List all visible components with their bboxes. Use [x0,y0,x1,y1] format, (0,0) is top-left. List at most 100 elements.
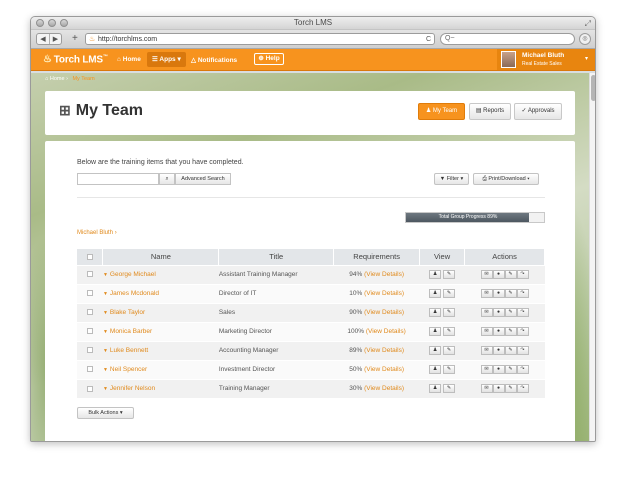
user-icon[interactable]: ♟ [429,270,442,279]
print-download-button[interactable]: ⎙ Print/Download ▾ [473,173,539,185]
nav-apps[interactable]: ☰ Apps ▾ [147,52,186,67]
user-icon[interactable]: ♟ [429,308,442,317]
breadcrumb-home[interactable]: Home [50,76,65,82]
edit-icon[interactable]: ✎ [442,308,455,317]
reload-icon[interactable]: C [426,34,431,45]
comment-icon[interactable]: ● [492,308,505,317]
share-icon[interactable]: ↷ [516,384,529,394]
search-button[interactable]: ⌕ [159,173,175,185]
row-checkbox[interactable] [86,328,93,335]
nav-notifications[interactable]: △ Notifications [191,56,237,64]
scrollbar[interactable] [589,73,595,441]
share-icon[interactable]: ↷ [516,327,529,336]
tab-approvals[interactable]: ✓ Approvals [514,103,562,120]
name-cell[interactable]: ▼ James Mcdonald [102,283,219,303]
edit-icon[interactable]: ✎ [504,365,517,374]
edit-icon[interactable]: ✎ [442,384,455,394]
bulk-actions-button[interactable]: Bulk Actions ▾ [77,407,134,419]
edit-icon[interactable]: ✎ [442,270,455,279]
comment-icon[interactable]: ● [492,289,505,298]
browser-search-field[interactable]: Q~ [440,33,575,45]
comment-icon[interactable]: ● [492,270,505,279]
mail-icon[interactable]: ✉ [480,384,493,394]
edit-icon[interactable]: ✎ [504,384,517,394]
breadcrumb-current: My Team [72,76,95,82]
row-checkbox[interactable] [86,309,93,316]
chevron-down-icon: ▾ [177,56,181,63]
name-header[interactable]: Name [102,249,220,265]
mail-icon[interactable]: ✉ [480,327,493,336]
user-icon[interactable]: ♟ [429,289,442,298]
view-cell: ♟ ✎ [419,340,465,360]
help-button[interactable]: ⊕ Help [254,53,284,65]
row-checkbox[interactable] [86,271,93,278]
share-icon[interactable]: ↷ [516,308,529,317]
row-checkbox[interactable] [86,366,93,373]
share-icon[interactable]: ↷ [516,270,529,279]
name-cell[interactable]: ▼ Jennifer Nelson [102,378,219,398]
edit-icon[interactable]: ✎ [504,289,517,298]
edit-icon[interactable]: ✎ [504,308,517,317]
view-details-link[interactable]: (View Details) [364,271,404,278]
new-tab-button[interactable]: + [72,33,78,44]
tab-reports[interactable]: ▤ Reports [469,103,511,120]
user-icon[interactable]: ♟ [429,365,442,374]
share-icon[interactable]: ↷ [516,346,529,355]
scrollbar-thumb[interactable] [591,75,595,101]
team-hierarchy-crumb[interactable]: Michael Bluth › [77,230,117,236]
view-details-link[interactable]: (View Details) [364,385,404,392]
comment-icon[interactable]: ● [492,384,505,394]
mail-icon[interactable]: ✉ [480,270,493,279]
fullscreen-icon[interactable]: ⤢ [585,19,591,29]
url-field[interactable]: ♨ http://torchlms.com C [85,33,435,45]
comment-icon[interactable]: ● [492,346,505,355]
comment-icon[interactable]: ● [492,327,505,336]
user-icon[interactable]: ♟ [429,327,442,336]
reader-icon[interactable]: ◎ [579,33,591,45]
nav-home[interactable]: ⌂ Home [117,56,141,63]
row-checkbox[interactable] [86,385,93,392]
name-cell[interactable]: ▼ Monica Barber [102,321,219,341]
row-checkbox[interactable] [86,347,93,354]
requirements-header[interactable]: Requirements [333,249,421,265]
edit-icon[interactable]: ✎ [504,270,517,279]
edit-icon[interactable]: ✎ [442,289,455,298]
mail-icon[interactable]: ✉ [480,289,493,298]
name-cell[interactable]: ▼ Neil Spencer [102,359,219,379]
comment-icon[interactable]: ● [492,365,505,374]
advanced-search-button[interactable]: Advanced Search [175,173,231,185]
edit-icon[interactable]: ✎ [504,346,517,355]
select-all-checkbox[interactable] [86,254,93,261]
tab-my-team[interactable]: ♟ My Team [418,103,465,120]
view-details-link[interactable]: (View Details) [364,347,404,354]
edit-icon[interactable]: ✎ [442,346,455,355]
name-cell[interactable]: ▼ George Michael [102,264,219,284]
breadcrumb: ⌂ Home › My Team [45,76,95,82]
name-cell[interactable]: ▼ Blake Taylor [102,302,219,322]
edit-icon[interactable]: ✎ [504,327,517,336]
view-details-link[interactable]: (View Details) [364,309,404,316]
row-select-cell [77,283,103,303]
name-cell[interactable]: ▼ Luke Bennett [102,340,219,360]
share-icon[interactable]: ↷ [516,289,529,298]
share-icon[interactable]: ↷ [516,365,529,374]
user-icon[interactable]: ♟ [429,384,442,394]
view-details-link[interactable]: (View Details) [364,290,404,297]
view-details-link[interactable]: (View Details) [364,366,404,373]
mail-icon[interactable]: ✉ [480,365,493,374]
member-name: Monica Barber [109,328,153,335]
mail-icon[interactable]: ✉ [480,308,493,317]
title-header[interactable]: Title [218,249,335,265]
filter-button[interactable]: ▼ Filter ▾ [434,173,469,185]
edit-icon[interactable]: ✎ [442,365,455,374]
forward-button[interactable]: ▶ [49,34,61,44]
user-menu[interactable]: Michael Bluth Real Estate Sales ▾ [497,49,595,70]
row-checkbox[interactable] [86,290,93,297]
mail-icon[interactable]: ✉ [480,346,493,355]
user-icon[interactable]: ♟ [429,346,442,355]
back-button[interactable]: ◀ [37,34,49,44]
search-input[interactable] [77,173,159,185]
torch-logo[interactable]: ♨ Torch LMS™ [43,54,108,65]
view-details-link[interactable]: (View Details) [366,328,406,335]
edit-icon[interactable]: ✎ [442,327,455,336]
